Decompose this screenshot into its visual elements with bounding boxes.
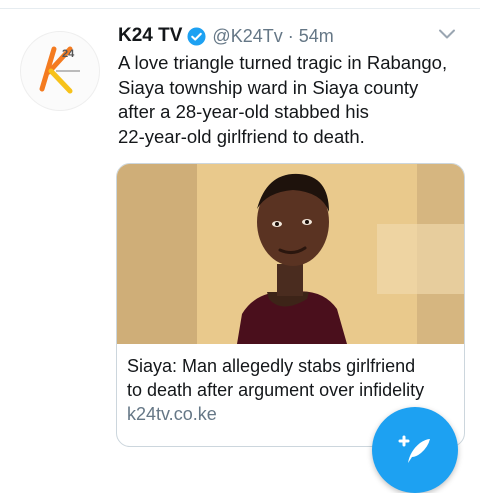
tweet-text-line: A love triangle turned tragic in Rabango… <box>118 52 448 73</box>
card-title-line: Siaya: Man allegedly stabs girlfriend <box>127 356 416 376</box>
compose-tweet-icon <box>398 435 430 463</box>
card-image[interactable] <box>117 164 464 344</box>
header-separator: · <box>287 25 294 46</box>
author-handle[interactable]: @K24Tv <box>212 26 282 47</box>
avatar[interactable]: 24 <box>20 31 100 111</box>
compose-tweet-button[interactable] <box>372 407 458 493</box>
card-domain: k24tv.co.ke <box>127 404 217 424</box>
tweet-text: A love triangle turned tragic in Rabango… <box>118 51 468 149</box>
link-card[interactable]: Siaya: Man allegedly stabs girlfriend to… <box>116 163 465 447</box>
chevron-down-icon[interactable] <box>438 28 456 40</box>
verified-badge-icon <box>187 26 206 46</box>
tweet-header: K24 TV @K24Tv · 54m <box>118 23 334 49</box>
card-title-line: to death after argument over infidelity <box>127 380 425 400</box>
author-name[interactable]: K24 TV <box>118 25 182 47</box>
k24-logo-icon: 24 <box>39 46 80 94</box>
tweet-text-line: Siaya township ward in Siaya county <box>118 76 419 98</box>
tweet-text-line: after a 28-year-old stabbed his <box>118 101 369 122</box>
card-title[interactable]: Siaya: Man allegedly stabs girlfriend to… <box>127 354 457 402</box>
tweet-timestamp[interactable]: 54m <box>299 26 334 47</box>
svg-text:24: 24 <box>62 48 75 60</box>
top-divider <box>0 8 480 9</box>
tweet-text-line: 22-year-old girlfriend to death. <box>118 125 365 147</box>
